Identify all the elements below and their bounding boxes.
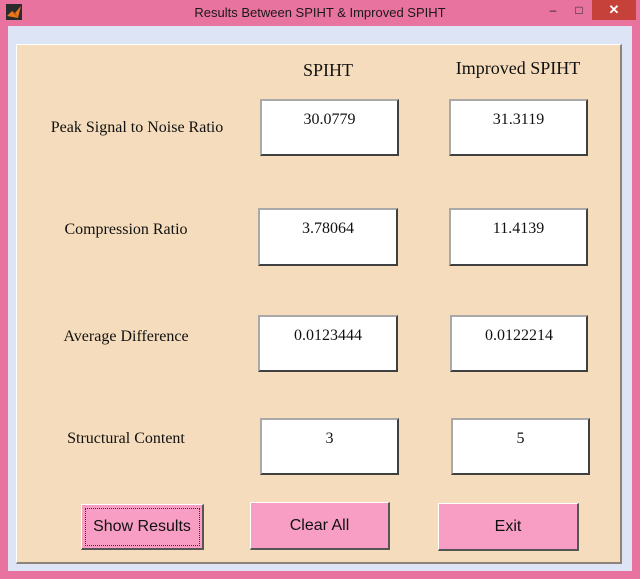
- compression-ratio-spiht-field[interactable]: 3.78064: [258, 208, 398, 266]
- minimize-button[interactable]: –: [540, 0, 566, 20]
- exit-button[interactable]: Exit: [438, 503, 579, 551]
- row-label-psnr: Peak Signal to Noise Ratio: [50, 119, 224, 136]
- structural-content-spiht-field[interactable]: 3: [260, 418, 399, 475]
- average-difference-spiht-field[interactable]: 0.0123444: [258, 315, 398, 372]
- psnr-improved-field[interactable]: 31.3119: [449, 99, 588, 156]
- psnr-spiht-field[interactable]: 30.0779: [260, 99, 399, 156]
- show-results-button[interactable]: Show Results: [81, 504, 204, 550]
- row-label-average-difference: Average Difference: [63, 328, 189, 345]
- clear-all-button[interactable]: Clear All: [250, 502, 390, 550]
- column-header-spiht: SPIHT: [302, 60, 353, 80]
- structural-content-improved-field[interactable]: 5: [451, 418, 590, 475]
- compression-ratio-improved-field[interactable]: 11.4139: [449, 208, 588, 266]
- row-label-compression-ratio: Compression Ratio: [64, 221, 188, 238]
- title-bar: Results Between SPIHT & Improved SPIHT –…: [0, 0, 640, 26]
- row-label-structural-content: Structural Content: [67, 430, 185, 447]
- maximize-button[interactable]: □: [566, 0, 592, 20]
- column-header-improved-spiht: Improved SPIHT: [455, 58, 581, 78]
- close-button[interactable]: ✕: [592, 0, 636, 20]
- average-difference-improved-field[interactable]: 0.0122214: [450, 315, 588, 372]
